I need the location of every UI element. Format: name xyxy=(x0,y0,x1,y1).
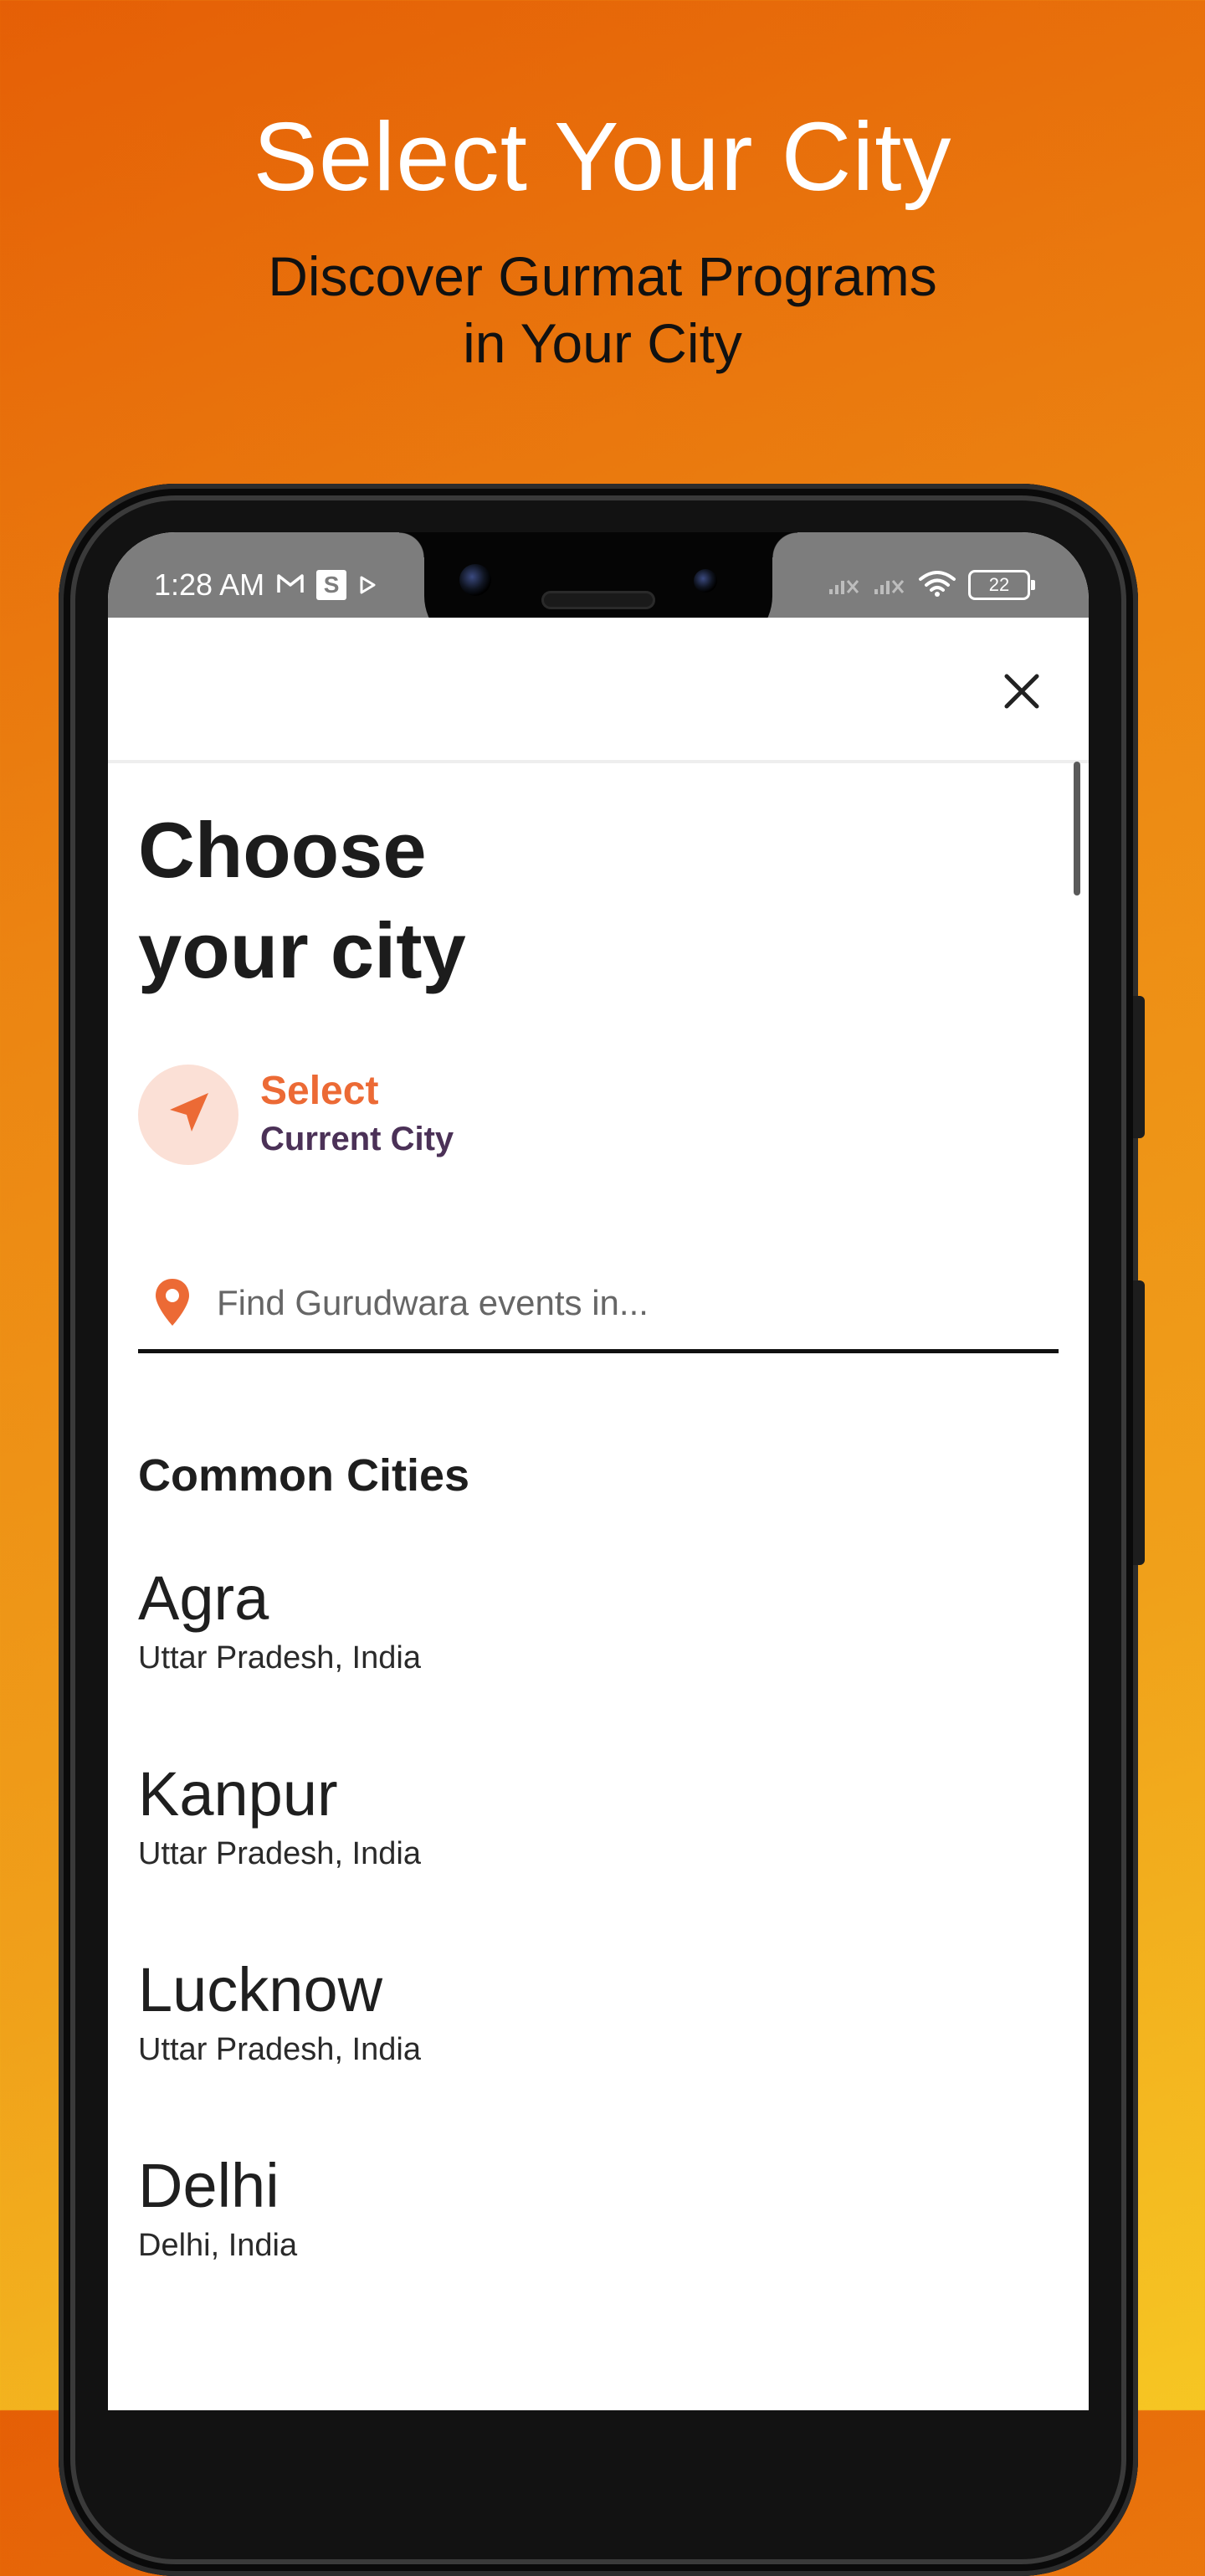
city-region: Delhi, India xyxy=(138,2228,298,2263)
promo-title: Select Your City xyxy=(253,102,952,211)
location-circle xyxy=(138,1065,238,1165)
promo-subtitle-line-1: Discover Gurmat Programs xyxy=(268,245,937,307)
current-city-line-1: Select xyxy=(260,1069,379,1113)
page-title-line-1: Choose xyxy=(138,806,427,894)
current-city-label: Select Current City xyxy=(260,1067,454,1162)
city-region: Uttar Pradesh, India xyxy=(138,1836,421,1871)
close-button[interactable] xyxy=(997,668,1047,718)
front-sensor xyxy=(694,569,717,593)
city-region: Uttar Pradesh, India xyxy=(138,2032,421,2067)
page-title-line-2: your city xyxy=(138,906,466,994)
select-current-city-button[interactable]: Select Current City xyxy=(138,1065,454,1165)
phone-screen: 1:28 AM S 22 Choose your city Select Cur… xyxy=(108,532,1089,2410)
close-icon xyxy=(1003,673,1040,713)
signal-icon-2 xyxy=(873,571,906,599)
city-item-agra[interactable]: Agra Uttar Pradesh, India xyxy=(138,1560,1059,1756)
s-app-icon: S xyxy=(316,570,347,600)
promo-subtitle-line-2: in Your City xyxy=(463,312,742,374)
status-left: 1:28 AM S xyxy=(154,567,377,603)
search-placeholder: Find Gurudwara events in... xyxy=(217,1283,649,1322)
map-pin-icon xyxy=(153,1277,192,1329)
navigation-arrow-icon xyxy=(163,1088,213,1142)
city-name: Lucknow xyxy=(138,1955,383,2024)
city-name: Agra xyxy=(138,1563,269,1633)
promo-subtitle: Discover Gurmat Programs in Your City xyxy=(0,243,1205,377)
common-cities-title: Common Cities xyxy=(138,1450,470,1501)
phone-volume-button xyxy=(1133,1280,1145,1565)
phone-side-button xyxy=(1133,996,1145,1138)
city-search-input[interactable]: Find Gurudwara events in... xyxy=(138,1257,1059,1353)
earpiece-speaker xyxy=(541,591,655,609)
gmail-icon xyxy=(276,567,305,603)
signal-icon-1 xyxy=(828,571,861,599)
play-icon xyxy=(358,567,377,603)
current-city-line-2: Current City xyxy=(260,1121,454,1157)
city-item-delhi[interactable]: Delhi Delhi, India xyxy=(138,2148,1059,2343)
common-cities-list: Agra Uttar Pradesh, India Kanpur Uttar P… xyxy=(138,1560,1059,2343)
battery-icon: 22 xyxy=(968,570,1035,600)
scrollbar-thumb[interactable] xyxy=(1074,762,1080,895)
status-right: 22 xyxy=(828,569,1035,601)
status-time: 1:28 AM xyxy=(154,567,265,602)
city-item-kanpur[interactable]: Kanpur Uttar Pradesh, India xyxy=(138,1756,1059,1952)
page-title: Choose your city xyxy=(138,800,466,1001)
front-camera xyxy=(459,564,491,596)
city-name: Kanpur xyxy=(138,1759,338,1829)
app-header xyxy=(108,618,1089,763)
city-name: Delhi xyxy=(138,2151,279,2220)
city-region: Uttar Pradesh, India xyxy=(138,1640,421,1675)
city-item-lucknow[interactable]: Lucknow Uttar Pradesh, India xyxy=(138,1952,1059,2148)
wifi-icon xyxy=(918,569,956,601)
